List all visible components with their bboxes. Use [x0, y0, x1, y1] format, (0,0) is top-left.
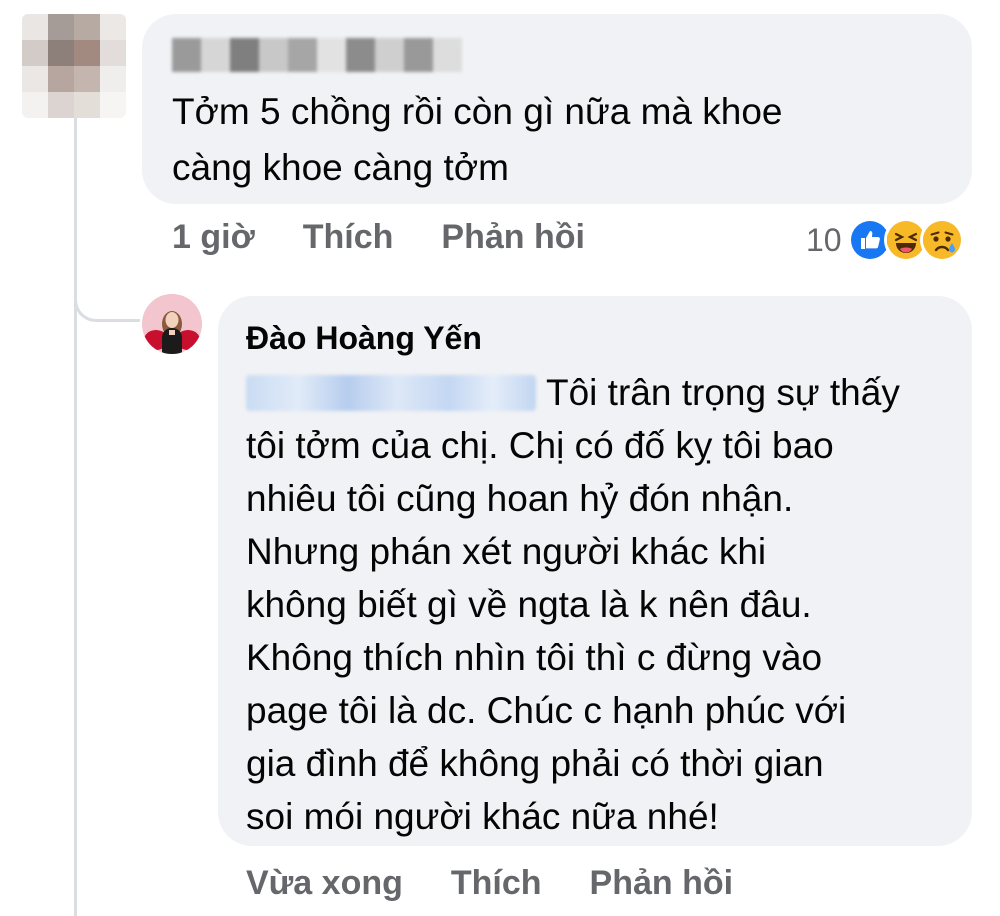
- like-button[interactable]: Thích: [303, 218, 394, 257]
- comment-timestamp[interactable]: 1 giờ: [172, 218, 255, 257]
- reply-text-line: Tôi trân trọng sự thấy: [546, 372, 900, 413]
- reply-author-name[interactable]: Đào Hoàng Yến: [246, 316, 944, 360]
- reply-button[interactable]: Phản hồi: [441, 218, 585, 257]
- reply-like-button[interactable]: Thích: [451, 864, 542, 903]
- reply-text-line: Nhưng phán xét người khác khi: [246, 531, 767, 572]
- comment-text: Tởm 5 chồng rồi còn gì nữa mà khoe càng …: [172, 84, 942, 196]
- reply-text-line: gia đình để không phải có thời gian: [246, 743, 824, 784]
- reply-text-line: nhiêu tôi cũng hoan hỷ đón nhận.: [246, 478, 794, 519]
- reply-text-line: Không thích nhìn tôi thì c đừng vào: [246, 637, 823, 678]
- commenter-name-blurred[interactable]: [172, 38, 462, 72]
- reply-bubble: Đào Hoàng Yến Tôi trân trọng sự thấy tôi…: [218, 296, 972, 846]
- comment-bubble: Tởm 5 chồng rồi còn gì nữa mà khoe càng …: [142, 14, 972, 204]
- reply-author-avatar[interactable]: [142, 294, 202, 354]
- comment-text-line: Tởm 5 chồng rồi còn gì nữa mà khoe: [172, 91, 783, 132]
- reaction-count: 10: [806, 221, 842, 258]
- commenter-avatar[interactable]: [22, 14, 126, 118]
- reply-text-line: tôi tởm của chị. Chị có đố kỵ tôi bao: [246, 425, 834, 466]
- comment-actions: 1 giờ Thích Phản hồi: [172, 218, 585, 257]
- mention-tag-blurred[interactable]: [246, 375, 536, 411]
- reaction-summary[interactable]: 10: [806, 218, 964, 262]
- thread-line: [74, 118, 77, 916]
- comment-thread: Tởm 5 chồng rồi còn gì nữa mà khoe càng …: [0, 0, 1000, 916]
- reply-text: Tôi trân trọng sự thấy tôi tởm của chị. …: [246, 366, 944, 843]
- reply-reply-button[interactable]: Phản hồi: [590, 864, 734, 903]
- reply-text-line: không biết gì về ngta là k nên đâu.: [246, 584, 812, 625]
- reply-actions: Vừa xong Thích Phản hồi: [246, 864, 733, 903]
- reply-text-line: soi mói người khác nữa nhé!: [246, 796, 719, 837]
- thread-branch-line: [74, 270, 140, 322]
- reply-text-line: page tôi là dc. Chúc c hạnh phúc với: [246, 690, 847, 731]
- sad-reaction-icon: [919, 218, 964, 262]
- comment-text-line: càng khoe càng tởm: [172, 147, 509, 188]
- reply-timestamp[interactable]: Vừa xong: [246, 864, 403, 903]
